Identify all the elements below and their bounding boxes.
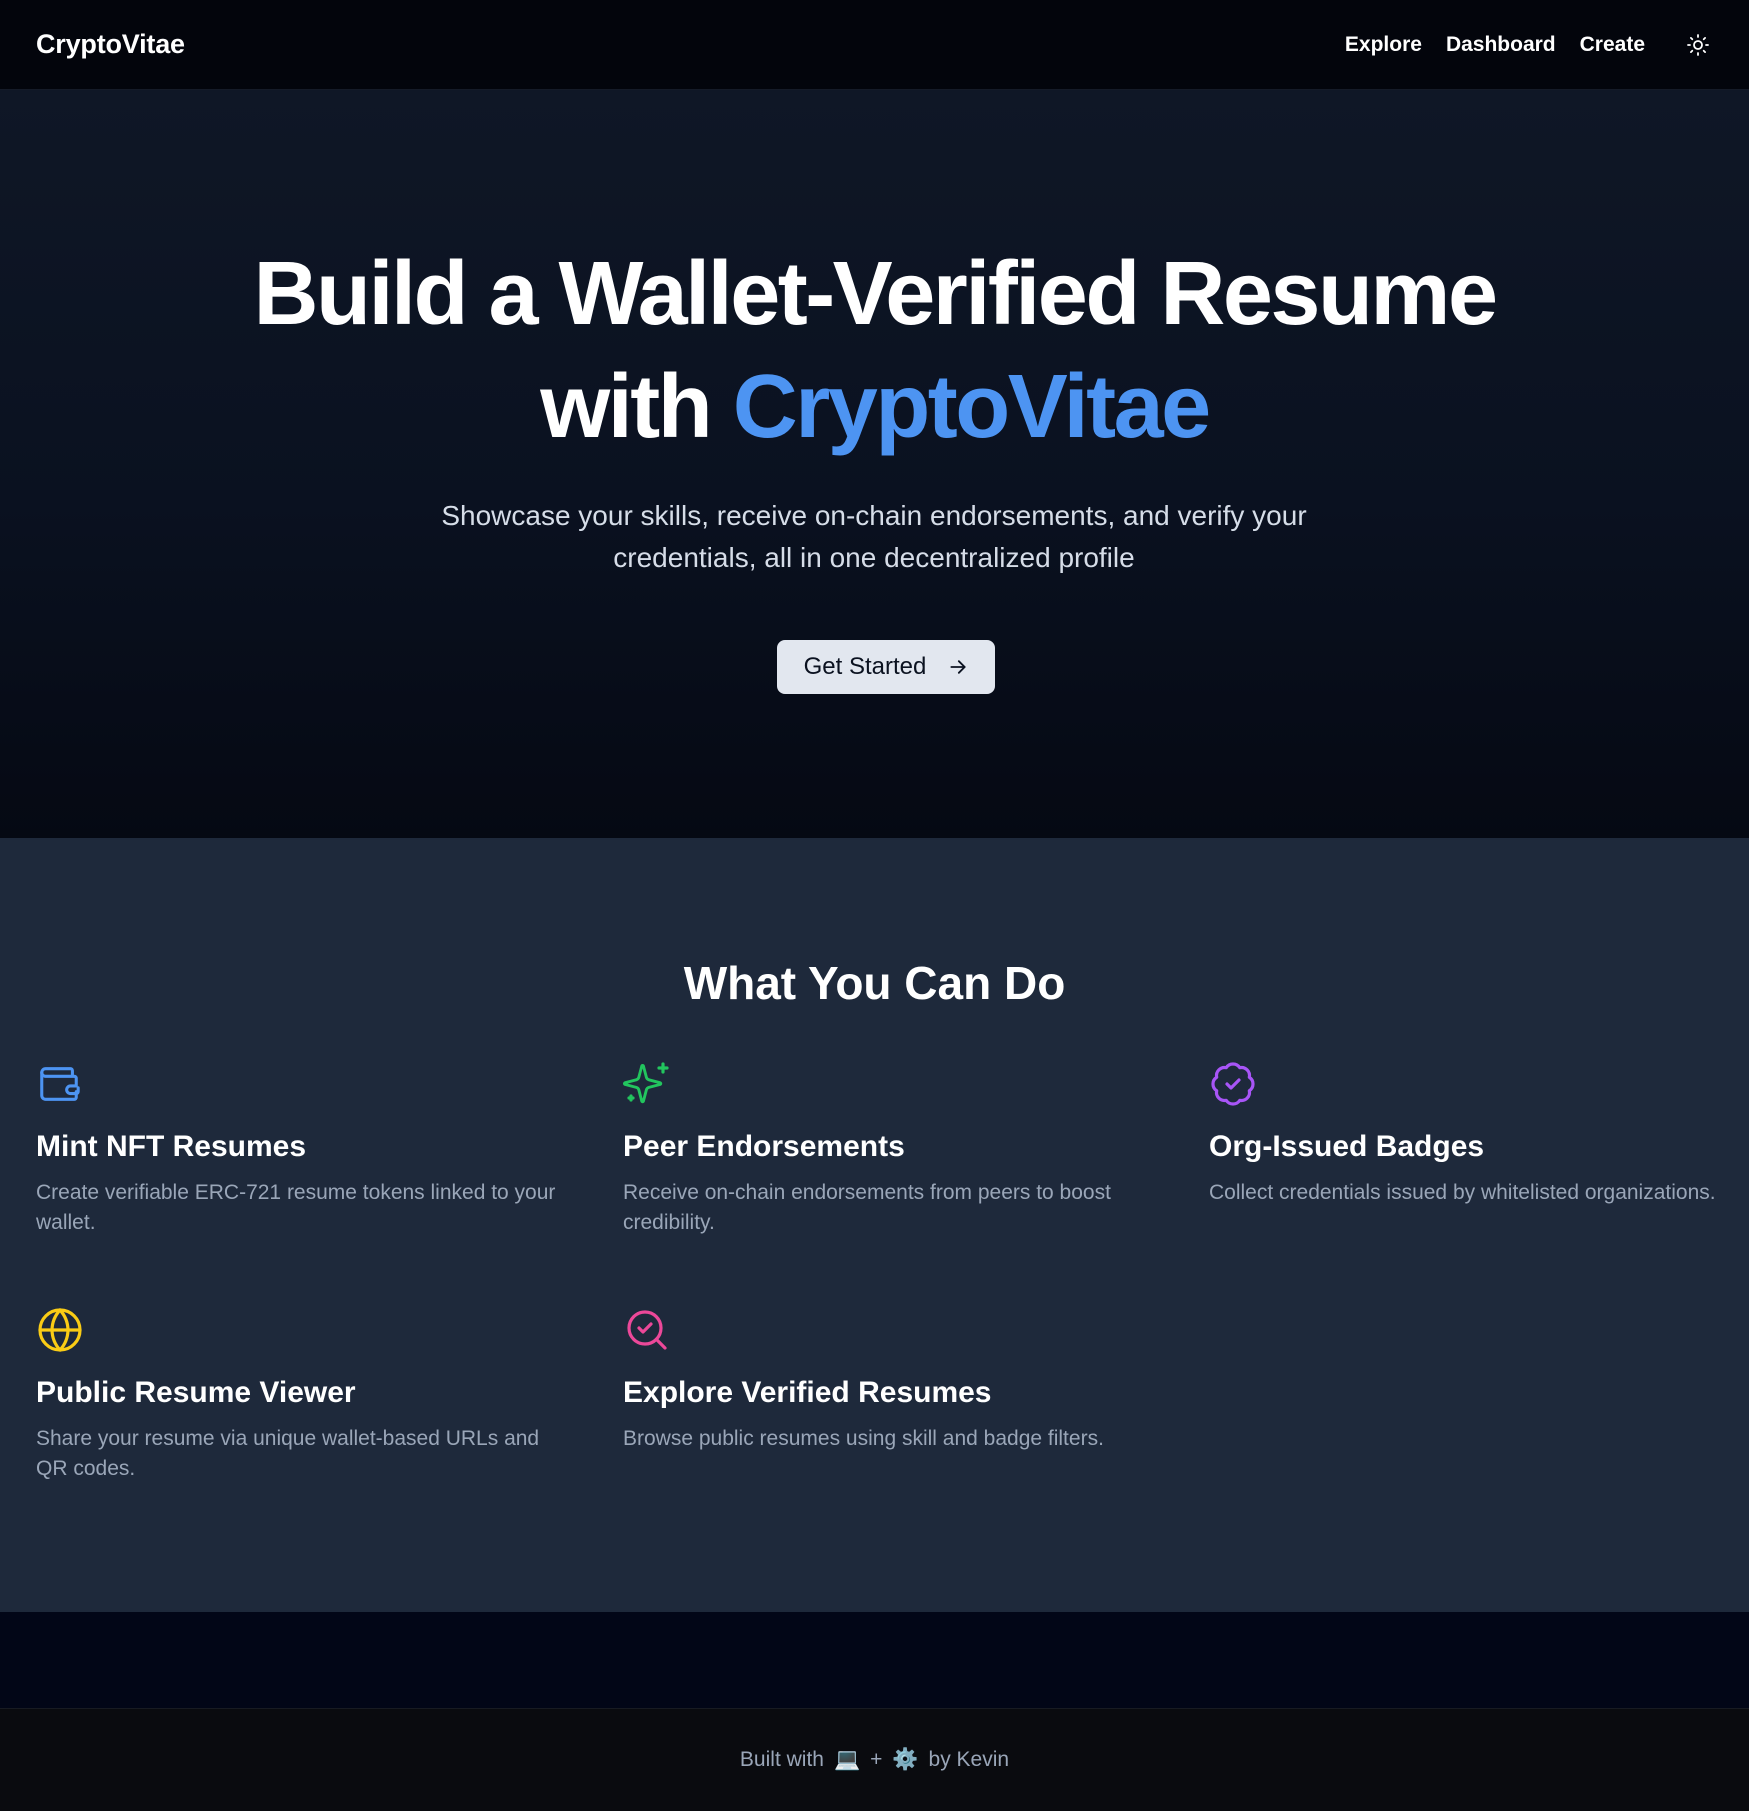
footer-prefix: Built with [739,1748,824,1771]
hero-section: Build a Wallet-Verified Resume with Cryp… [0,90,1749,838]
hero-title-prefix: with [540,357,712,457]
nav-link-create[interactable]: Create [1580,33,1645,57]
sparkles-icon [623,1060,671,1108]
hero-title-line2: with CryptoVitae [0,351,1749,464]
feature-description: Create verifiable ERC-721 resume tokens … [36,1181,556,1234]
nav-links: Explore Dashboard Create [1321,30,1713,60]
get-started-button[interactable]: Get Started [777,640,995,694]
nav-link-dashboard[interactable]: Dashboard [1446,33,1556,57]
feature-card-endorsements: Peer Endorsements Receive on-chain endor… [623,1060,1163,1238]
footer-suffix: by Kevin [928,1748,1010,1771]
arrow-right-icon [948,657,968,677]
wallet-icon [36,1060,84,1108]
feature-description: Collect credentials issued by whiteliste… [1209,1181,1716,1204]
features-section: What You Can Do Mint NFT Resumes Create … [0,838,1749,1612]
bottom-band [0,1612,1749,1708]
feature-title: Public Resume Viewer [36,1376,356,1409]
theme-toggle-button[interactable] [1683,30,1713,60]
feature-title: Explore Verified Resumes [623,1376,992,1409]
globe-icon [36,1306,84,1354]
feature-card-explore: Explore Verified Resumes Browse public r… [623,1306,1163,1454]
feature-card-mint: Mint NFT Resumes Create verifiable ERC-7… [36,1060,576,1238]
feature-card-badges: Org-Issued Badges Collect credentials is… [1209,1060,1749,1208]
hero-title-line1: Build a Wallet-Verified Resume [253,244,1499,344]
gear-icon: ⚙️ [892,1748,919,1771]
hero-subtitle: Showcase your skills, receive on-chain e… [441,500,1307,573]
hero-title-accent: CryptoVitae [732,357,1211,457]
navbar: CryptoVitae Explore Dashboard Create [0,0,1749,90]
badge-check-icon [1209,1060,1257,1108]
feature-description: Share your resume via unique wallet-base… [36,1427,540,1480]
footer: Built with 💻 + ⚙️ by Kevin [0,1708,1749,1811]
search-check-icon [623,1306,671,1354]
feature-title: Peer Endorsements [623,1130,905,1163]
features-title: What You Can Do [683,957,1066,1009]
feature-title: Org-Issued Badges [1209,1130,1485,1163]
feature-title: Mint NFT Resumes [36,1130,307,1163]
brand-logo[interactable]: CryptoVitae [36,29,185,60]
footer-plus: + [870,1748,883,1771]
nav-link-explore[interactable]: Explore [1345,33,1422,57]
feature-card-viewer: Public Resume Viewer Share your resume v… [36,1306,576,1484]
get-started-label: Get Started [803,653,927,680]
sun-icon [1687,33,1709,56]
hero-title: Build a Wallet-Verified Resume with Cryp… [0,238,1749,464]
feature-description: Receive on-chain endorsements from peers… [623,1181,1111,1234]
feature-description: Browse public resumes using skill and ba… [623,1427,1104,1450]
laptop-icon: 💻 [833,1748,861,1771]
